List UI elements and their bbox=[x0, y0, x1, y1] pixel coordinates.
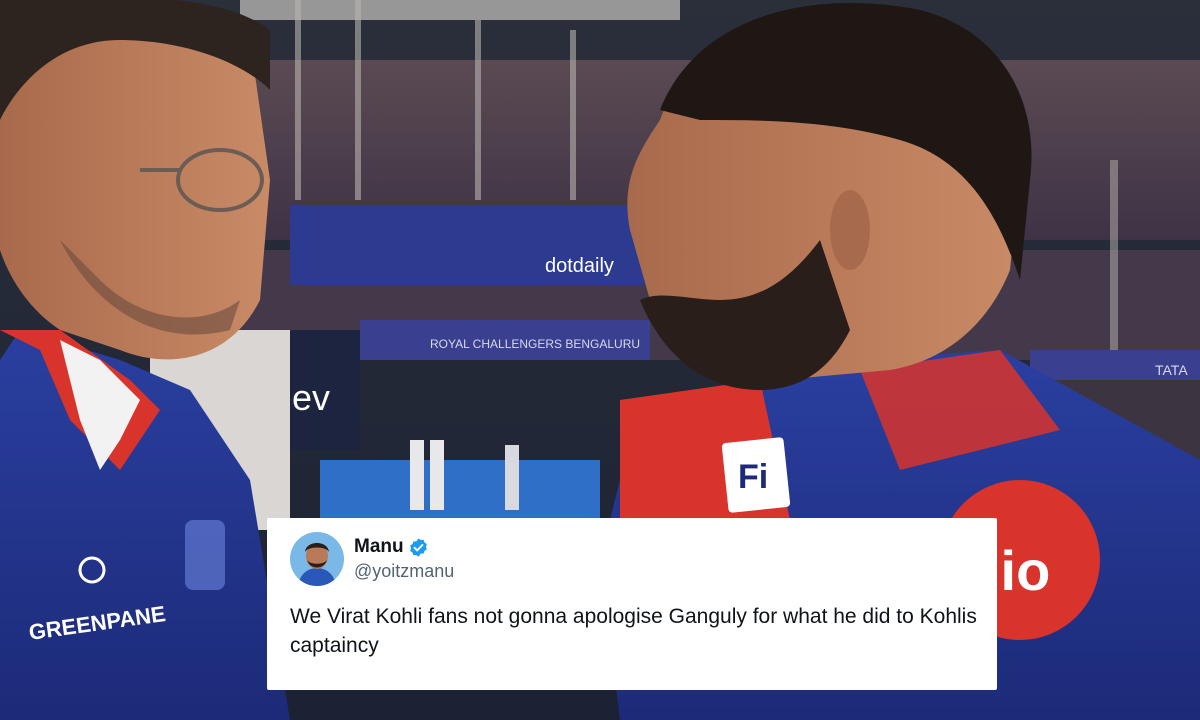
verified-badge-icon bbox=[409, 537, 427, 557]
banner-upper-text: dotdaily bbox=[545, 255, 614, 277]
author-name[interactable]: Manu bbox=[354, 536, 404, 558]
svg-text:ev: ev bbox=[292, 377, 330, 418]
name-row: Manu bbox=[354, 536, 454, 558]
ad-board bbox=[320, 460, 600, 520]
fi-badge-text: Fi bbox=[738, 458, 768, 496]
right-ear bbox=[830, 190, 870, 270]
tweet-card[interactable]: Manu @yoitzmanu We Virat Kohli fans not … bbox=[267, 518, 997, 690]
avatar[interactable] bbox=[290, 532, 344, 586]
tweet-header: Manu @yoitzmanu bbox=[290, 532, 977, 586]
tweet-text: We Virat Kohli fans not gonna apologise … bbox=[290, 605, 977, 657]
author-handle[interactable]: @yoitzmanu bbox=[354, 561, 454, 582]
banner-lower-text: ROYAL CHALLENGERS BENGALURU bbox=[430, 337, 640, 351]
avatar-image bbox=[290, 532, 344, 586]
tweet-author: Manu @yoitzmanu bbox=[354, 536, 454, 582]
banner-right-text: TATA bbox=[1155, 362, 1188, 378]
